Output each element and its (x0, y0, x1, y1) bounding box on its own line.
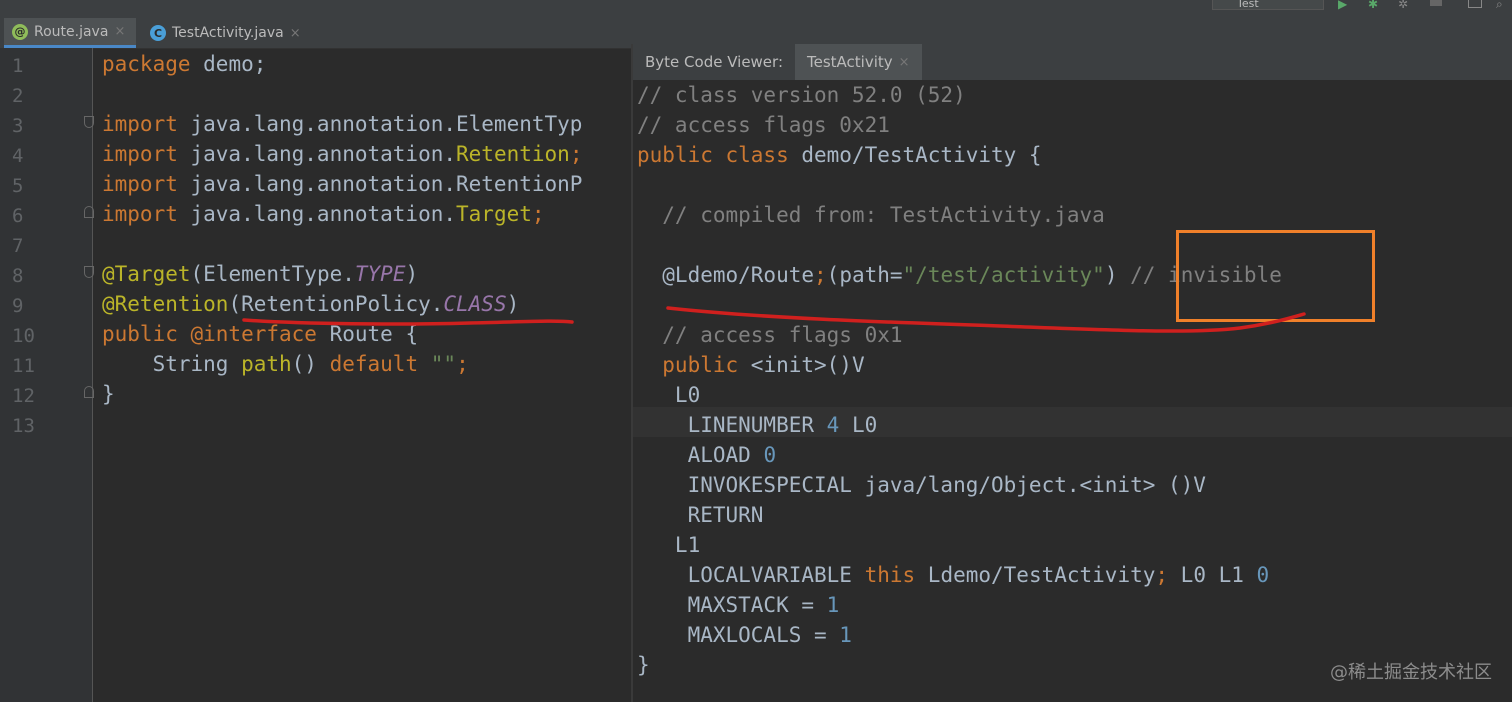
code-line: } (102, 382, 115, 406)
tab-label: TestActivity (807, 53, 893, 71)
stop-icon[interactable] (1430, 0, 1442, 6)
code-line: @Retention(RetentionPolicy.CLASS) (102, 292, 520, 316)
tab-route-java[interactable]: @ Route.java × (4, 18, 136, 48)
bytecode-line: // access flags 0x1 (637, 323, 903, 347)
code-line: import java.lang.annotation.Target; (102, 202, 545, 226)
line-number: 13 (12, 415, 35, 437)
line-number: 3 (12, 115, 24, 137)
tab-bytecode-testactivity[interactable]: TestActivity × (795, 44, 922, 80)
line-number: 11 (12, 355, 35, 377)
code-line: package demo; (102, 52, 267, 76)
line-number: 2 (12, 85, 24, 107)
line-number: 1 (12, 55, 24, 77)
bytecode-viewer-panel: Byte Code Viewer: TestActivity × // clas… (631, 44, 1512, 702)
line-number: 12 (12, 385, 35, 407)
bytecode-line: L1 (637, 533, 701, 557)
fold-marker-icon[interactable] (84, 386, 94, 398)
fold-marker-icon[interactable] (84, 116, 94, 128)
code-line: import java.lang.annotation.Retention; (102, 142, 583, 166)
line-number: 5 (12, 175, 24, 197)
invisible-comment-highlight-box (1176, 230, 1375, 322)
bytecode-line: } (637, 653, 650, 677)
bytecode-line: // compiled from: TestActivity.java (637, 203, 1105, 227)
run-icon[interactable]: ▶ (1338, 0, 1347, 10)
panel-title: Byte Code Viewer: (645, 53, 783, 71)
line-number: 10 (12, 325, 35, 347)
tab-label: Route.java (34, 23, 109, 40)
code-line: public @interface Route { (102, 322, 419, 346)
line-number: 8 (12, 265, 24, 287)
code-line: import java.lang.annotation.ElementTyp (102, 112, 583, 136)
fold-marker-icon[interactable] (84, 206, 94, 218)
debug-icon[interactable]: ✱ (1368, 0, 1378, 10)
tab-testactivity-java[interactable]: C TestActivity.java × (142, 18, 314, 48)
run-config-select[interactable]: Test (1212, 0, 1324, 10)
bytecode-line: MAXSTACK = 1 (637, 593, 840, 617)
line-number: 4 (12, 145, 24, 167)
bytecode-line: MAXLOCALS = 1 (637, 623, 852, 647)
bytecode-line: RETURN (637, 503, 764, 527)
coverage-icon[interactable]: ✲ (1398, 0, 1408, 10)
code-line: import java.lang.annotation.RetentionP (102, 172, 583, 196)
bytecode-line: public <init>()V (637, 353, 865, 377)
code-line: String path() default ""; (102, 352, 469, 376)
annotation-icon: @ (12, 23, 28, 40)
bytecode-line: LOCALVARIABLE this Ldemo/TestActivity; L… (637, 563, 1270, 587)
line-number: 6 (12, 205, 24, 227)
watermark: @稀土掘金技术社区 (1330, 662, 1492, 683)
tab-label: TestActivity.java (172, 25, 284, 41)
line-number: 7 (12, 235, 24, 257)
bytecode-line: L0 (637, 383, 701, 407)
top-toolbar: Test ▶ ✱ ✲ ⌕ (0, 0, 1512, 18)
close-icon[interactable]: × (114, 24, 125, 39)
class-icon: C (150, 25, 166, 41)
close-icon[interactable]: × (290, 26, 301, 41)
fold-marker-icon[interactable] (84, 266, 94, 278)
code-line: @Target(ElementType.TYPE) (102, 262, 419, 286)
bytecode-line: // class version 52.0 (52) (637, 83, 966, 107)
bytecode-viewer-header: Byte Code Viewer: TestActivity × (633, 44, 1512, 80)
close-icon[interactable]: × (899, 55, 910, 70)
bytecode-line: INVOKESPECIAL java/lang/Object.<init> ()… (637, 473, 1206, 497)
line-number: 9 (12, 295, 24, 317)
line-number-gutter: 1 2 3 4 5 6 7 8 9 10 11 12 13 (0, 48, 94, 702)
bytecode-line: // access flags 0x21 (637, 113, 890, 137)
search-everywhere-icon[interactable]: ⌕ (1496, 0, 1503, 10)
layout-icon[interactable] (1468, 0, 1482, 8)
bytecode-line: public class demo/TestActivity { (637, 143, 1042, 167)
bytecode-line: LINENUMBER 4 L0 (637, 413, 878, 437)
bytecode-line: ALOAD 0 (637, 443, 777, 467)
